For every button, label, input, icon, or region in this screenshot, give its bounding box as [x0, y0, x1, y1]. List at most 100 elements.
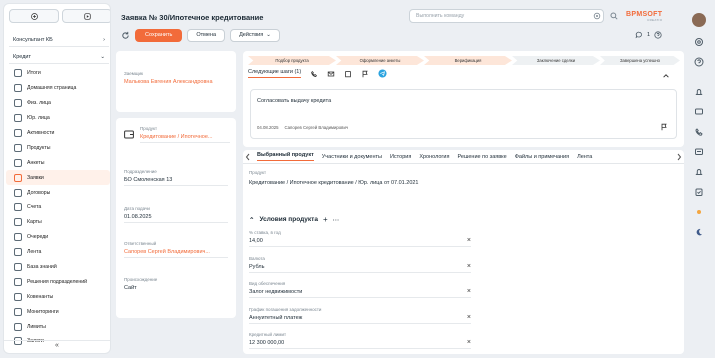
- product-value[interactable]: Кредитование / Ипотечное...: [140, 134, 230, 143]
- condition-label: График погашения задолженности: [249, 306, 322, 312]
- applicant-value[interactable]: Малькова Евгения Александровна: [124, 79, 228, 87]
- more-icon[interactable]: ⋯: [333, 216, 340, 224]
- avatar[interactable]: [692, 13, 706, 27]
- tab[interactable]: Выбранный продукт: [257, 152, 314, 161]
- task-check-icon: [695, 188, 703, 196]
- task-icon[interactable]: [344, 70, 352, 78]
- stage-item[interactable]: Заключение сделки: [512, 56, 600, 65]
- clear-icon[interactable]: ×: [467, 288, 471, 295]
- sidebar-item[interactable]: Счета: [6, 200, 110, 215]
- rail-settings[interactable]: [688, 32, 710, 52]
- sidebar-item[interactable]: Лента: [6, 245, 110, 260]
- sidebar-item-icon: [14, 158, 22, 167]
- telegram-icon[interactable]: [378, 69, 387, 78]
- condition-value-box[interactable]: 14,00 ×: [249, 237, 471, 247]
- main-pane: Выбранный продукт Участники и документы Ис…: [243, 150, 684, 354]
- next-steps-title[interactable]: Следующие шаги (1): [248, 69, 302, 78]
- sidebar-item[interactable]: Юр. лица: [6, 111, 110, 126]
- sidebar-item[interactable]: Мониторинги: [6, 304, 110, 319]
- phone-icon[interactable]: [310, 70, 318, 78]
- clear-icon[interactable]: ×: [467, 237, 471, 244]
- rail-calls[interactable]: [688, 122, 710, 142]
- rail-alerts[interactable]: [688, 162, 710, 182]
- condition-value-box[interactable]: Залог недвижимости ×: [249, 288, 471, 298]
- tab[interactable]: Решение по заявке: [457, 154, 506, 160]
- condition-value-box[interactable]: Рубль ×: [249, 263, 471, 273]
- stage-item[interactable]: Оформление анкеты: [336, 56, 424, 65]
- sidebar-item[interactable]: Договоры: [6, 185, 110, 200]
- command-input[interactable]: Выполнить команду: [409, 9, 604, 23]
- sidebar-item[interactable]: Ковенанты: [6, 289, 110, 304]
- detail-tabs: Выбранный продукт Участники и документы Ис…: [243, 150, 684, 164]
- tab[interactable]: Лента: [577, 154, 592, 160]
- sidebar-item[interactable]: Продукты: [6, 140, 110, 155]
- applicant-card: Заемщик Малькова Евгения Александровна: [116, 51, 236, 112]
- sidebar-item[interactable]: Карты: [6, 215, 110, 230]
- stage-item[interactable]: Подбор продукта: [248, 56, 336, 65]
- sidebar-item-icon: [14, 203, 22, 212]
- rail-notifications[interactable]: [688, 82, 710, 102]
- condition-field: Вид обеспечения Залог недвижимости ×: [249, 281, 471, 298]
- search-icon[interactable]: [610, 12, 618, 20]
- comment-icon[interactable]: [635, 31, 643, 39]
- selected-product-label: Продукт: [249, 170, 267, 175]
- refresh-icon[interactable]: [121, 31, 130, 40]
- sidebar-item[interactable]: Анкеты: [6, 155, 110, 170]
- add-button[interactable]: [9, 9, 59, 23]
- video-button[interactable]: [62, 9, 110, 23]
- task-card[interactable]: Согласовать выдачу кредита 04.08.2025 Са…: [250, 89, 677, 139]
- email-icon[interactable]: [327, 70, 335, 78]
- rail-chat[interactable]: [688, 102, 710, 122]
- stage-item[interactable]: Верификация: [424, 56, 512, 65]
- stage-item[interactable]: Завершена успешно: [600, 56, 680, 65]
- clear-icon[interactable]: ×: [467, 314, 471, 321]
- add-condition-button[interactable]: +: [323, 215, 328, 224]
- rail-dark-theme[interactable]: [688, 222, 710, 242]
- sidebar-item[interactable]: Физ. лица: [6, 96, 110, 111]
- sidebar-item[interactable]: База знаний: [6, 260, 110, 275]
- sidebar-item[interactable]: Решения подразделений: [6, 274, 110, 289]
- flag-icon[interactable]: [361, 70, 369, 78]
- rail-tasks[interactable]: [688, 182, 710, 202]
- chevron-up-icon[interactable]: ⌃: [249, 216, 254, 224]
- cancel-button[interactable]: Отмена: [187, 28, 226, 42]
- settings-small-icon[interactable]: [593, 12, 601, 20]
- condition-value-box[interactable]: Аннуитетный платеж ×: [249, 314, 471, 324]
- tab[interactable]: Хронология: [419, 154, 449, 160]
- sidebar-item-icon: [14, 84, 22, 93]
- rail-messages[interactable]: [688, 142, 710, 162]
- sidebar-item[interactable]: Итоги: [6, 66, 110, 81]
- selected-product-value[interactable]: Кредитование / Ипотечное кредитование / …: [249, 180, 669, 188]
- actions-button[interactable]: Действия ⌄: [230, 28, 280, 42]
- workspace-selector[interactable]: Консультант КБ ›: [9, 33, 109, 47]
- tab[interactable]: Участники и документы: [322, 154, 382, 160]
- flag-icon[interactable]: [660, 123, 668, 131]
- rail-light-theme[interactable]: [688, 202, 710, 222]
- sidebar-item[interactable]: Очереди: [6, 230, 110, 245]
- sidebar-item-label: Очереди: [27, 234, 49, 241]
- sidebar-item[interactable]: Заявки: [6, 170, 110, 186]
- task-meta: 04.08.2025 Сапорев Сергей Владимирович: [257, 125, 348, 130]
- collapse-chevron-icon[interactable]: [662, 72, 670, 80]
- save-button[interactable]: Сохранить: [135, 28, 183, 42]
- alert-bell-icon: [695, 169, 703, 175]
- sidebar-item-icon: [14, 143, 22, 152]
- sidebar-item[interactable]: Лимиты: [6, 319, 110, 334]
- owner-value[interactable]: Сапорев Сергей Владимирович...: [124, 249, 228, 258]
- division-value[interactable]: БО Смоленская 13: [124, 177, 228, 186]
- tab[interactable]: Файлы и примечания: [515, 154, 569, 160]
- sidebar-item-icon: [14, 307, 22, 316]
- date-value[interactable]: 01.08.2025: [124, 214, 228, 223]
- chevron-down-icon: ⌄: [100, 53, 105, 60]
- tab[interactable]: История: [390, 154, 411, 160]
- source-value[interactable]: Сайт: [124, 285, 228, 293]
- clear-icon[interactable]: ×: [467, 263, 471, 270]
- section-selector[interactable]: Кредит ⌄: [9, 50, 109, 64]
- condition-value-box[interactable]: 12 300 000,00 ×: [249, 339, 471, 349]
- help-icon[interactable]: [654, 31, 662, 39]
- collapse-sidebar-button[interactable]: «: [4, 340, 110, 350]
- clear-icon[interactable]: ×: [467, 339, 471, 346]
- sidebar-item[interactable]: Активности: [6, 126, 110, 141]
- sidebar-item[interactable]: Домашняя страница: [6, 81, 110, 96]
- rail-help[interactable]: [688, 52, 710, 72]
